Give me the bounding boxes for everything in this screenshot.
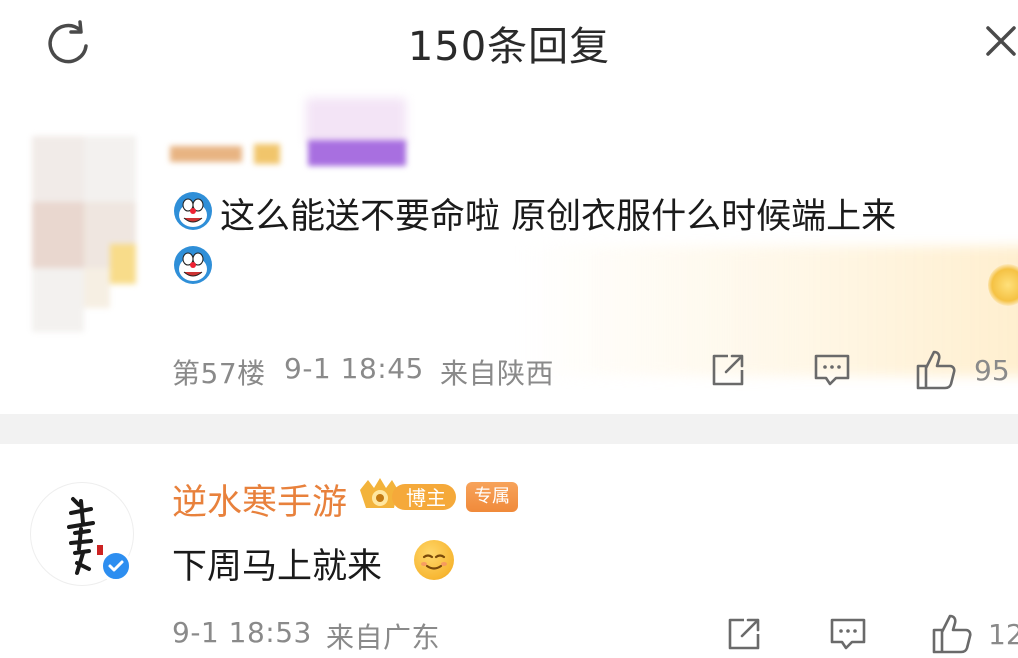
doraemon-emoji-icon [172, 190, 214, 232]
floor-number: 第57楼 [172, 357, 266, 390]
like-count: 12 [988, 618, 1018, 651]
comment-time: 9-1 18:53 [172, 616, 312, 649]
doraemon-emoji-icon [172, 244, 214, 286]
verified-icon [100, 550, 132, 582]
like-count: 95 [974, 354, 1010, 387]
share-icon[interactable] [724, 614, 764, 654]
like-icon[interactable] [930, 612, 974, 656]
share-icon[interactable] [708, 350, 748, 390]
avatar[interactable] [32, 136, 136, 332]
badge-label: 博主 [406, 486, 446, 510]
comment-icon[interactable] [812, 350, 852, 390]
divider [0, 414, 1018, 444]
comment-location: 来自陕西 [440, 357, 555, 390]
comment-time: 9-1 18:45 [284, 352, 424, 385]
blurred-area [306, 98, 406, 144]
comment-location: 来自广东 [326, 621, 441, 654]
close-icon[interactable] [978, 18, 1018, 70]
username-blurred[interactable] [170, 140, 420, 166]
header: 150条回复 [0, 0, 1018, 88]
exclusive-badge: 专属 [466, 482, 518, 512]
comment-text: 这么能送不要命啦 原创衣服什么时候端上来 [220, 197, 897, 237]
page-title: 150条回复 [407, 24, 611, 70]
comment-item: 逆水寒手游 博主 专属 下周马上就来 9-1 18:53 来自广东 12 [0, 444, 1018, 658]
comment-item: 这么能送不要命啦 原创衣服什么时候端上来 第57楼 9-1 18:45 来自陕西 [0, 96, 1018, 412]
blogger-badge: 博主 [358, 476, 458, 516]
reply-page: 150条回复 这么能送不要命啦 原创衣服什么时候端上来 第57楼 9-1 18:… [0, 0, 1018, 658]
smile-emoji-icon [414, 540, 454, 580]
comment-text: 下周马上就来 [172, 547, 383, 587]
like-icon[interactable] [914, 348, 958, 392]
username[interactable]: 逆水寒手游 [172, 474, 347, 525]
comment-icon[interactable] [828, 614, 868, 654]
